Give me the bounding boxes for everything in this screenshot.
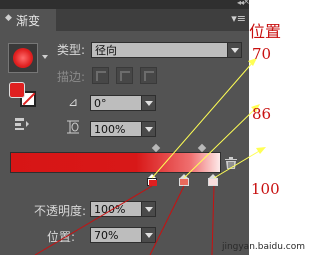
annotation-title: 位置 [249,22,282,41]
annotation-arrow-86 [183,107,257,179]
annotation-label-86: 86 [252,105,272,123]
fill-swatch[interactable] [9,82,25,98]
annotation-label-70: 70 [252,45,272,63]
annotation-arrow-100 [213,149,262,179]
annotation-red-line [211,185,215,255]
annotation-label-100: 100 [251,180,280,198]
annotation-red-line [149,185,185,255]
annotation-arrowhead-100 [256,147,266,154]
annotation-red-line [34,185,153,255]
watermark: jingyan.baidu.com [221,242,305,252]
